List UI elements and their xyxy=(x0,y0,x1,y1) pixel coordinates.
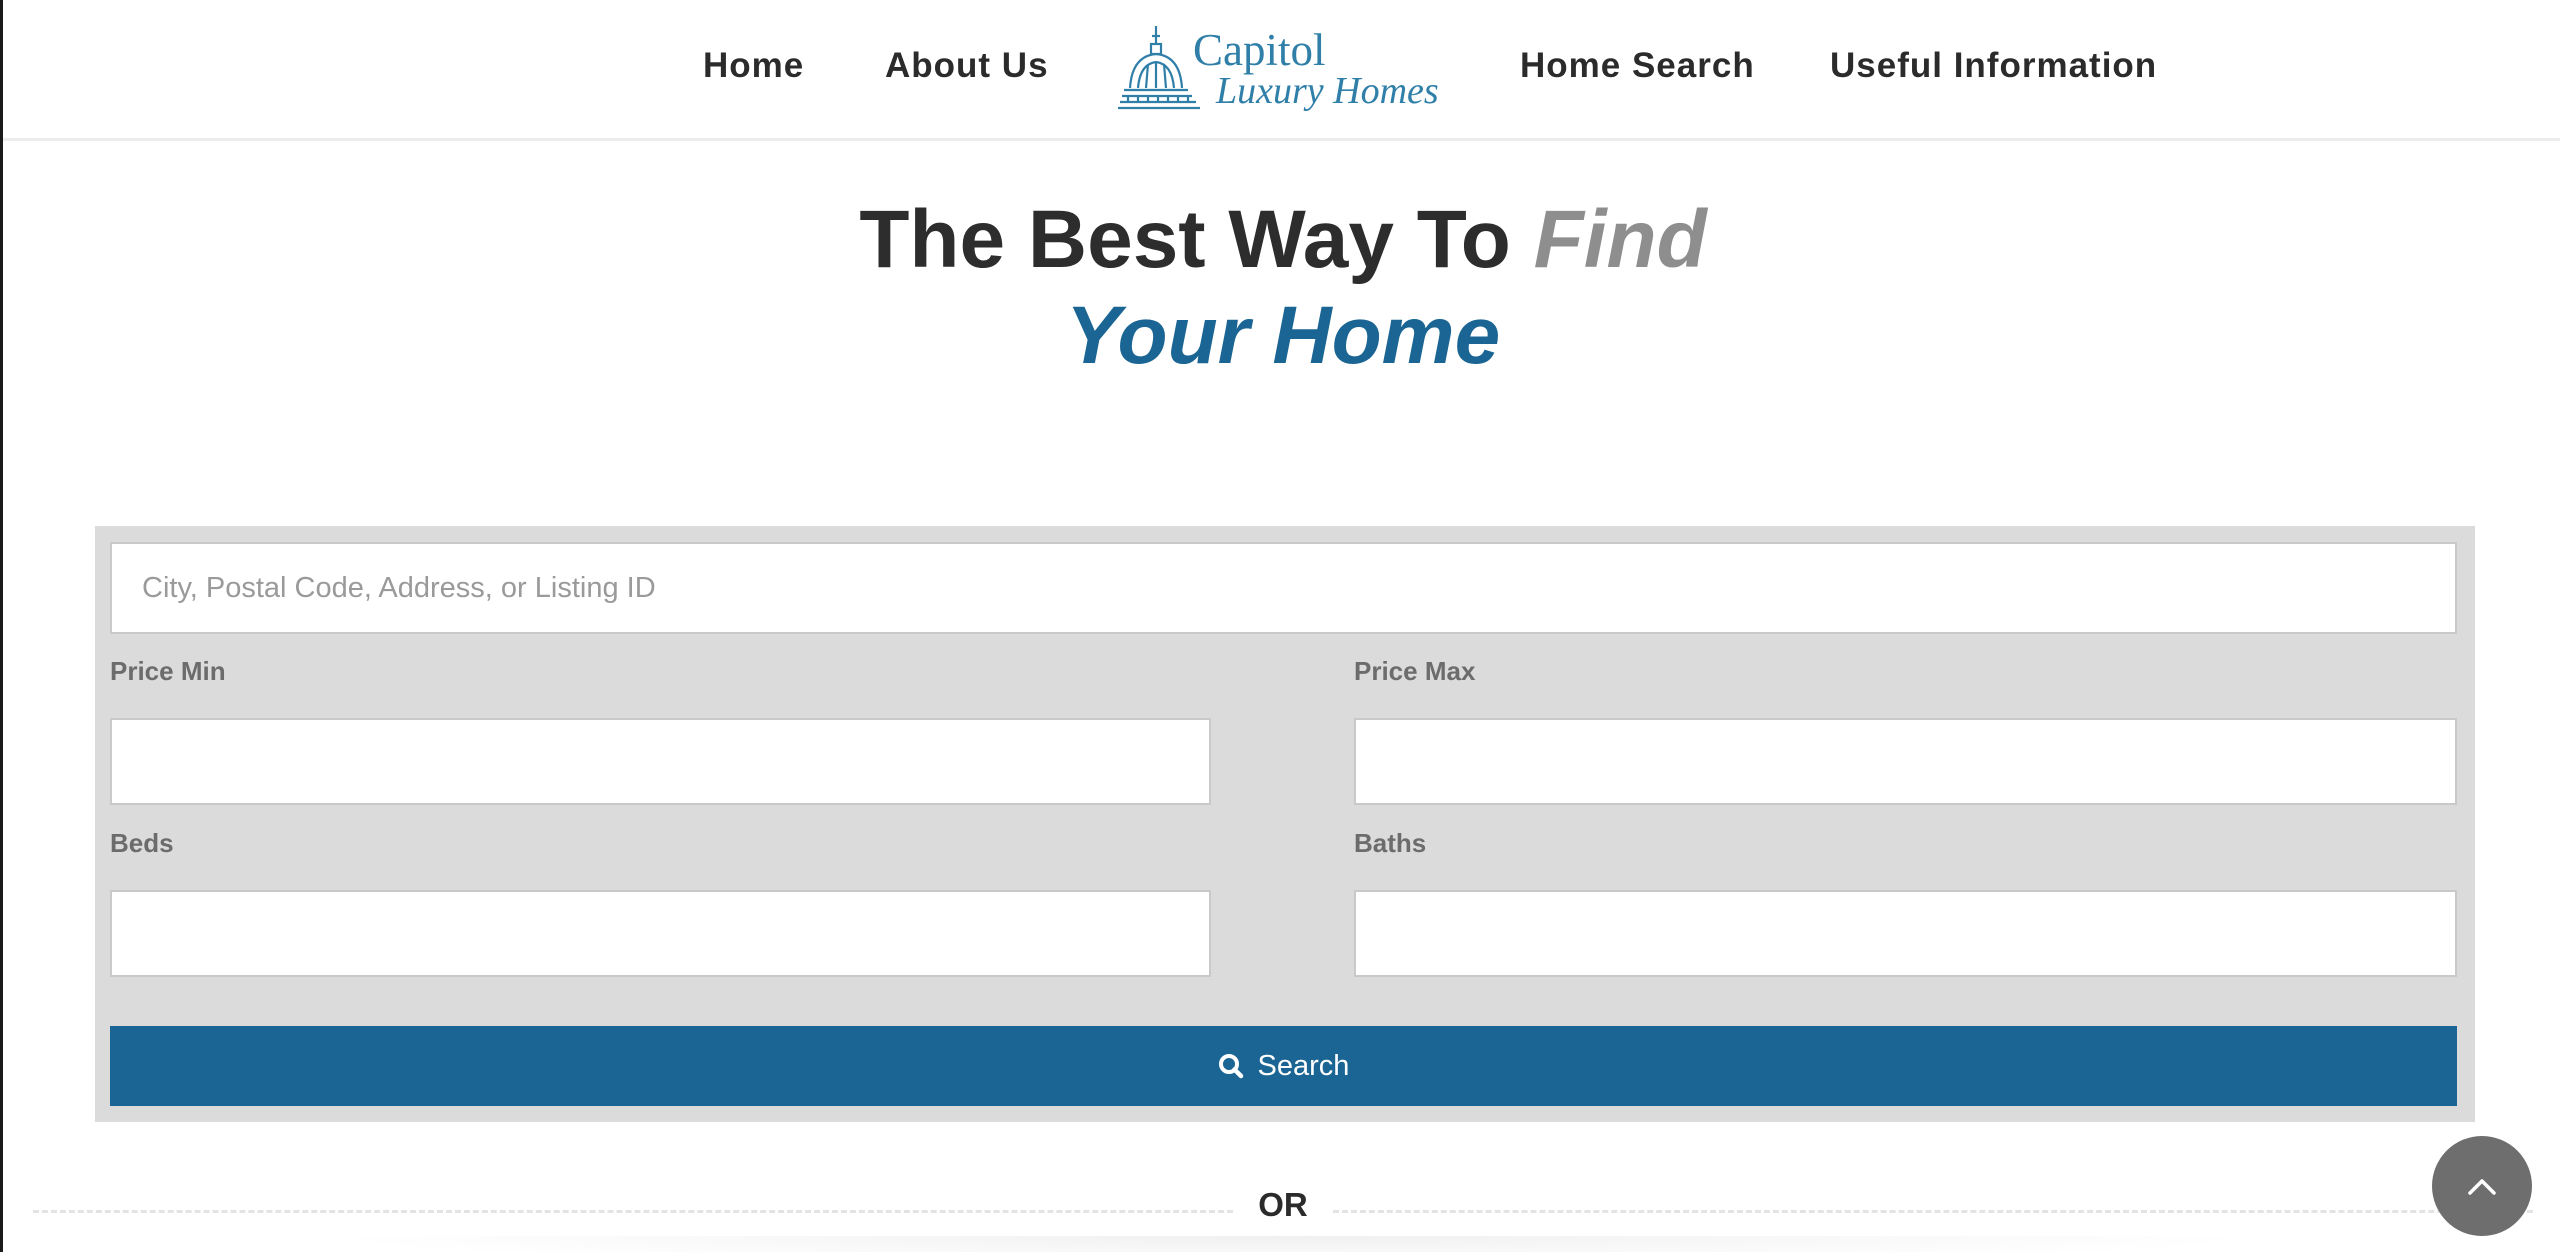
hero-headline-your-home: Your Home xyxy=(1065,290,1501,381)
price-min-label: Price Min xyxy=(110,656,226,686)
or-divider-label: OR xyxy=(1258,1186,1308,1223)
hero-headline: The Best Way To Find Your Home xyxy=(3,192,2560,384)
search-form: Price Min Price Max Beds Baths Search xyxy=(95,526,2475,1122)
search-button-label: Search xyxy=(1257,1049,1350,1082)
price-max-label: Price Max xyxy=(1354,656,1476,686)
search-icon xyxy=(1218,1053,1244,1079)
section-shadow xyxy=(313,1236,2273,1252)
beds-input[interactable] xyxy=(110,890,1211,977)
baths-input[interactable] xyxy=(1354,890,2457,977)
chevron-up-icon xyxy=(2468,1179,2496,1195)
logo-text-capitol: Capitol xyxy=(1193,25,1326,75)
nav-about-us-link[interactable]: About Us xyxy=(885,46,1049,86)
site-header: Home About Us Capitol Luxury Homes Home … xyxy=(3,0,2560,141)
baths-label: Baths xyxy=(1354,828,1427,858)
search-button[interactable]: Search xyxy=(110,1026,2457,1106)
price-max-input[interactable] xyxy=(1354,718,2457,805)
hero-headline-text: The Best Way To xyxy=(859,194,1534,285)
back-to-top-button[interactable] xyxy=(2432,1136,2532,1236)
site-logo[interactable]: Capitol Luxury Homes xyxy=(1118,22,1448,118)
nav-home-link[interactable]: Home xyxy=(703,46,804,86)
beds-label: Beds xyxy=(110,828,174,858)
price-min-input[interactable] xyxy=(110,718,1211,805)
page: Home About Us Capitol Luxury Homes Home … xyxy=(0,0,2560,1252)
location-search-input[interactable] xyxy=(110,542,2457,634)
logo-text-luxury-homes: Luxury Homes xyxy=(1216,70,1439,112)
hero-headline-find: Find xyxy=(1533,194,1707,285)
nav-home-search-link[interactable]: Home Search xyxy=(1520,46,1755,86)
nav-useful-information-link[interactable]: Useful Information xyxy=(1830,46,2157,86)
